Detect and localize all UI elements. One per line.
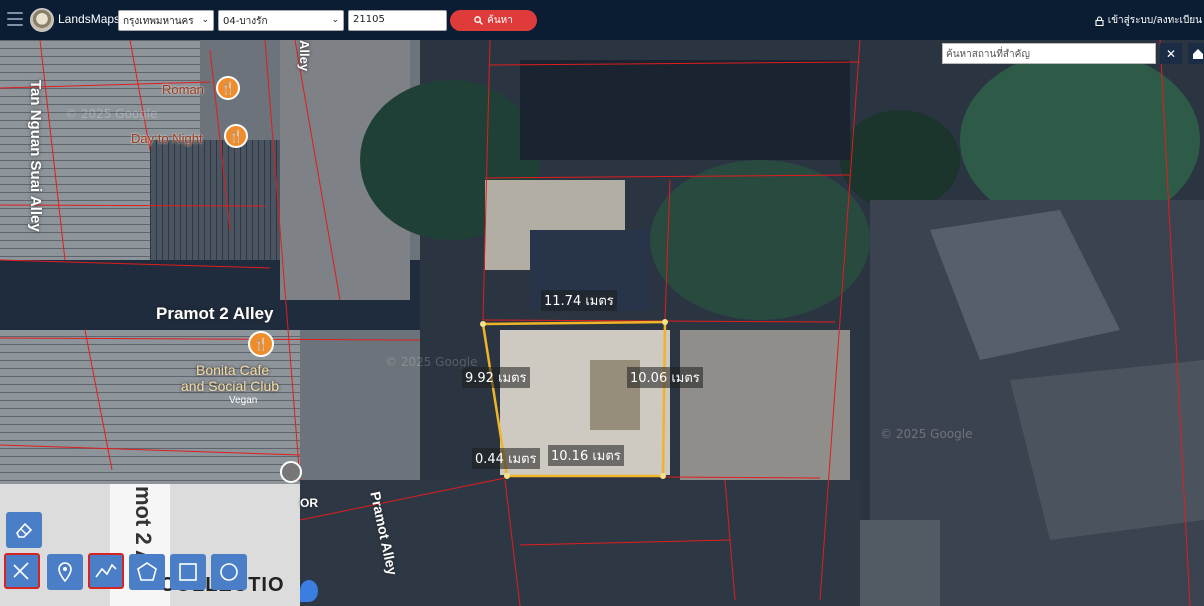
cafe-icon[interactable]: 🍴 [248, 331, 274, 357]
rectangle-tool-button[interactable] [170, 554, 206, 590]
province-value: กรุงเทพมหานคร [123, 16, 194, 27]
search-icon [474, 16, 484, 25]
eraser-icon [16, 522, 33, 538]
measure-tool-button[interactable] [4, 553, 40, 589]
restaurant-icon[interactable]: 🍴 [224, 124, 248, 148]
top-bar: LandsMaps กรุงเทพมหานคร ⌄ 04-บางรัก ⌄ 21… [0, 0, 1204, 40]
polygon-icon [137, 562, 157, 581]
marker-tool-button[interactable] [47, 554, 83, 590]
location-pin-icon[interactable] [280, 461, 302, 483]
circle-tool-button[interactable] [211, 554, 247, 590]
ruler-icon [13, 562, 29, 580]
street-label-pramot2: Pramot 2 Alley [156, 304, 274, 323]
brand-name: LandsMaps [58, 12, 121, 26]
chevron-down-icon: ⌄ [201, 15, 209, 25]
district-value: 04-บางรัก [223, 16, 268, 27]
parcel-value: 21105 [353, 14, 385, 25]
login-link[interactable]: เข้าสู่ระบบ/ลงทะเบียน [1095, 13, 1202, 28]
menu-icon[interactable] [7, 12, 23, 26]
lock-icon [1095, 15, 1104, 26]
poi-label-roman[interactable]: Roman [162, 82, 204, 97]
poi-label-bonita-line1[interactable]: Bonita Cafe [196, 362, 269, 378]
search-button[interactable]: ค้นหา [450, 10, 537, 31]
poi-label-day-to-night[interactable]: Day to Night [131, 131, 203, 146]
street-label-or: OR [300, 496, 318, 510]
street-label-alley-top: Alley [297, 40, 312, 72]
circle-icon [220, 563, 238, 581]
close-icon: ✕ [1165, 46, 1177, 61]
restaurant-icon[interactable]: 🍴 [216, 76, 240, 100]
measure-left-label: 9.92 เมตร [462, 367, 530, 388]
shopping-pin-icon[interactable] [300, 580, 318, 602]
watermark: © 2025 Google [65, 107, 158, 121]
rectangle-icon [179, 563, 197, 581]
parcel-input[interactable]: 21105 [348, 10, 447, 31]
close-button[interactable]: ✕ [1160, 43, 1182, 64]
map-pin-icon [58, 562, 72, 583]
search-button-label: ค้นหา [487, 15, 513, 26]
street-label-tan-nguan: Tan Nguan Suai Alley [27, 80, 44, 232]
district-select[interactable]: 04-บางรัก ⌄ [218, 10, 344, 31]
measure-short-label: 0.44 เมตร [472, 448, 540, 469]
place-search-input[interactable]: ค้นหาสถานที่สำคัญ [942, 43, 1156, 64]
login-label: เข้าสู่ระบบ/ลงทะเบียน [1107, 15, 1202, 26]
home-icon [1193, 48, 1203, 59]
watermark: © 2025 Google [880, 427, 973, 441]
measure-bottom-label: 10.16 เมตร [548, 445, 624, 466]
poi-label-bonita-line2[interactable]: and Social Club [181, 378, 279, 394]
line-tool-button[interactable] [88, 553, 124, 589]
polyline-icon [95, 563, 117, 578]
place-search-placeholder: ค้นหาสถานที่สำคัญ [946, 49, 1030, 60]
map-canvas[interactable]: Tan Nguan Suai Alley Pramot 2 Alley Alle… [0, 40, 1204, 606]
eraser-tool-button[interactable] [6, 512, 42, 548]
poi-label-bonita-sub: Vegan [229, 395, 258, 406]
home-button[interactable] [1188, 43, 1204, 64]
polygon-tool-button[interactable] [129, 554, 165, 590]
measure-right-label: 10.06 เมตร [627, 367, 703, 388]
measure-top-label: 11.74 เมตร [541, 290, 617, 311]
logo-icon [30, 8, 54, 32]
chevron-down-icon: ⌄ [331, 15, 339, 25]
province-select[interactable]: กรุงเทพมหานคร ⌄ [118, 10, 214, 31]
